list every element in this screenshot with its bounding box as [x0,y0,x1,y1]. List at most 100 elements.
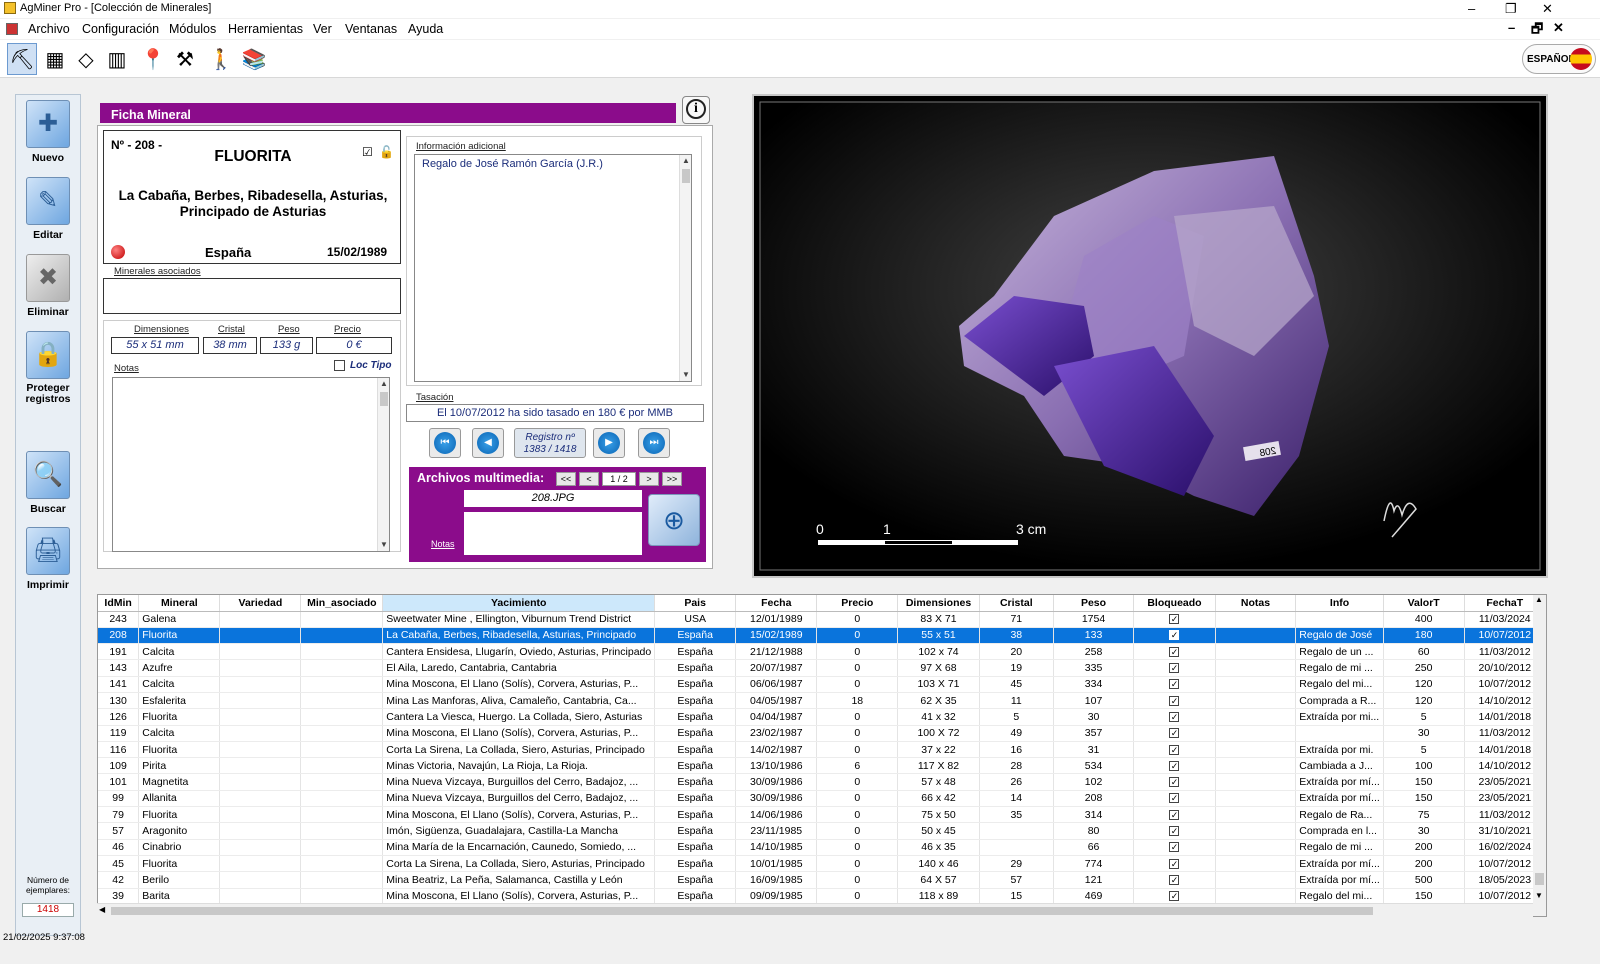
scroll-thumb[interactable] [111,907,1373,915]
cell-precio[interactable]: 0 [816,611,899,628]
cell-valort[interactable]: 30 [1383,822,1465,840]
table-row[interactable]: 126 Fluorita Cantera La Viesca, Huergo. La… [98,708,1546,726]
cristal-field[interactable]: 38 mm [203,337,257,354]
cell-min-asociado[interactable] [300,773,384,791]
cell-idmin[interactable]: 130 [98,692,140,710]
table-row[interactable]: 130 Esfalerita Mina Las Manforas, Aliva, C… [98,692,1546,710]
cell-valort[interactable]: 120 [1383,676,1465,693]
menu-herramientas[interactable]: Herramientas [228,22,303,36]
bloqueado-checkbox[interactable]: ✓ [1169,646,1180,657]
precio-field[interactable]: 0 € [316,337,392,354]
cell-valort[interactable]: 500 [1383,871,1465,889]
cell-cristal[interactable]: 45 [979,676,1054,693]
scroll-thumb[interactable] [682,169,690,183]
cell-yacimiento[interactable]: Mina María de la Encarnación, Caunedo, S… [382,839,656,856]
cell-idmin[interactable]: 39 [98,888,140,905]
hammer-icon[interactable]: ⛏ [7,43,37,75]
minimize-button[interactable]: – [1468,0,1475,17]
cell-min-asociado[interactable] [300,871,384,889]
cell-cristal[interactable]: 20 [979,643,1054,661]
cell-fecha[interactable]: 14/02/1987 [735,741,818,759]
cell-valort[interactable]: 150 [1383,888,1465,905]
cell-fecha[interactable]: 16/09/1985 [735,871,818,889]
cell-fecha[interactable]: 30/09/1986 [735,790,818,808]
cell-pais[interactable]: España [654,757,737,775]
cell-info[interactable]: Extraída por mí... [1295,855,1384,873]
cell-mineral[interactable]: Calcita [138,725,221,742]
cell-peso[interactable]: 314 [1053,806,1135,824]
column-header-variedad[interactable]: Variedad [219,595,302,612]
grid-vertical-scrollbar[interactable]: ▲ ▼ [1533,595,1546,916]
cell-precio[interactable]: 0 [816,855,899,873]
zoom-in-icon[interactable]: ⊕ [648,494,700,546]
cell-idmin[interactable]: 243 [98,611,140,628]
cell-dimensiones[interactable]: 62 X 35 [897,692,980,710]
cell-min-asociado[interactable] [300,725,384,742]
cell-cristal[interactable]: 19 [979,659,1054,677]
cell-idmin[interactable]: 143 [98,659,140,677]
cell-min-asociado[interactable] [300,659,384,677]
cell-notas[interactable] [1215,659,1297,677]
cell-precio[interactable]: 0 [816,725,899,742]
cell-info[interactable]: Regalo de José [1295,627,1384,645]
scroll-down-icon[interactable]: ▼ [680,369,692,381]
table-row[interactable]: 191 Calcita Cantera Ensidesa, Llugarín, Ov… [98,643,1546,661]
column-header-yacimiento[interactable]: Yacimiento [382,595,656,612]
cell-peso[interactable]: 258 [1053,643,1135,661]
cell-precio[interactable]: 0 [816,871,899,889]
cell-valort[interactable]: 30 [1383,725,1465,742]
books-icon[interactable]: ▥ [102,43,132,75]
maximize-button[interactable]: ❐ [1505,0,1517,17]
cell-bloqueado[interactable]: ✓ [1133,643,1216,661]
cell-peso[interactable]: 1754 [1053,611,1135,628]
cell-cristal[interactable]: 35 [979,806,1054,824]
cell-dimensiones[interactable]: 100 X 72 [897,725,980,742]
cell-yacimiento[interactable]: Mina Beatriz, La Peña, Salamanca, Castil… [382,871,656,889]
cell-peso[interactable]: 774 [1053,855,1135,873]
bloqueado-checkbox[interactable]: ✓ [1169,777,1180,788]
cell-valort[interactable]: 100 [1383,757,1465,775]
cell-fecha[interactable]: 04/05/1987 [735,692,818,710]
cell-precio[interactable]: 0 [816,888,899,905]
cell-variedad[interactable] [219,725,302,742]
next-record-button[interactable]: ▶ [593,428,625,458]
cell-yacimiento[interactable]: Minas Victoria, Navajún, La Rioja, La Ri… [382,757,656,775]
mineral-gallery-icon[interactable]: ▦ [40,43,70,75]
cell-precio[interactable]: 6 [816,757,899,775]
menu-configuracion[interactable]: Configuración [82,22,159,36]
cell-variedad[interactable] [219,741,302,759]
cell-peso[interactable]: 357 [1053,725,1135,742]
cell-info[interactable] [1295,611,1384,628]
scroll-left-icon[interactable]: ◀ [99,905,105,914]
table-row[interactable]: 99 Allanita Mina Nueva Vizcaya, Burguillos… [98,790,1546,808]
tasacion-field[interactable]: El 10/07/2012 ha sido tasado en 180 € po… [406,404,704,422]
cell-fecha[interactable]: 04/04/1987 [735,708,818,726]
cell-pais[interactable]: España [654,822,737,840]
column-header-notas[interactable]: Notas [1215,595,1297,612]
cell-pais[interactable]: España [654,692,737,710]
table-row[interactable]: 208 Fluorita La Cabaña, Berbes, Ribadesell… [98,627,1546,645]
cell-cristal[interactable]: 14 [979,790,1054,808]
cell-precio[interactable]: 0 [816,773,899,791]
crystal-icon[interactable]: ◇ [71,43,101,75]
cell-min-asociado[interactable] [300,627,384,645]
cell-mineral[interactable]: Berilo [138,871,221,889]
column-header-mineral[interactable]: Mineral [138,595,221,612]
table-row[interactable]: 109 Pirita Minas Victoria, Navajún, La Rio… [98,757,1546,775]
cell-fecha[interactable]: 14/06/1986 [735,806,818,824]
cell-bloqueado[interactable]: ✓ [1133,659,1216,677]
cell-yacimiento[interactable]: Mina Moscona, El Llano (Solís), Corvera,… [382,725,656,742]
multimedia-notas-field[interactable] [464,512,642,555]
cell-cristal[interactable]: 28 [979,757,1054,775]
bloqueado-checkbox[interactable]: ✓ [1169,630,1180,641]
cell-idmin[interactable]: 126 [98,708,140,726]
scroll-down-icon[interactable]: ▼ [378,539,390,551]
column-header-fecha[interactable]: Fecha [735,595,818,612]
mdi-restore-button[interactable]: 🗗 [1531,20,1543,42]
cell-dimensiones[interactable]: 66 x 42 [897,790,980,808]
cell-notas[interactable] [1215,855,1297,873]
cell-variedad[interactable] [219,773,302,791]
cell-precio[interactable]: 0 [816,643,899,661]
cell-notas[interactable] [1215,790,1297,808]
language-button[interactable]: ESPAÑOL [1522,44,1596,74]
